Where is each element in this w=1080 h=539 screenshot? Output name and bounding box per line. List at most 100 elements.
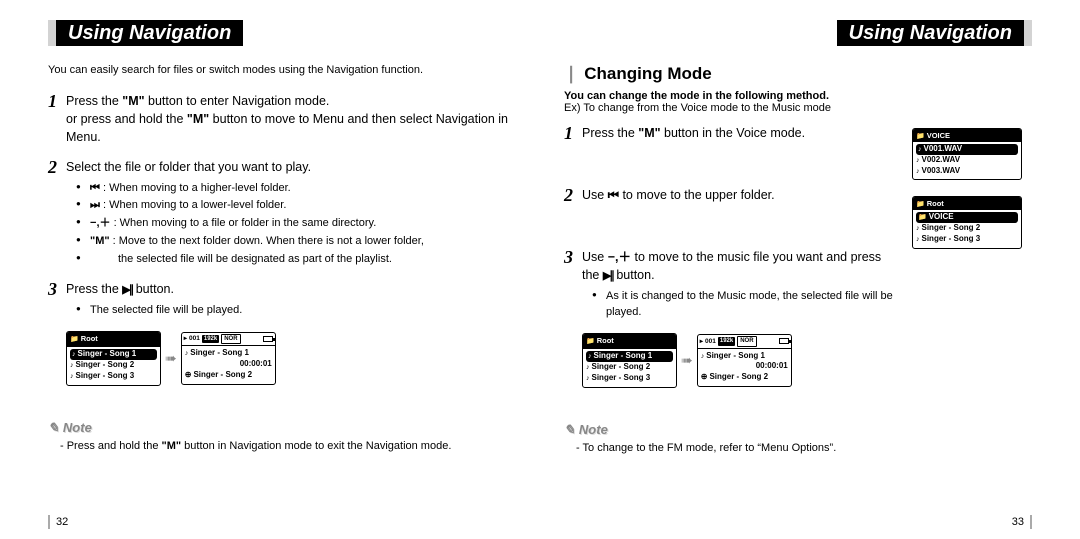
step-text: to move to the upper folder. (622, 188, 774, 202)
row-text: Singer - Song 3 (592, 373, 651, 384)
step-2: 2 Use to move to the upper folder. (564, 186, 900, 204)
m-button-label: "M" (162, 440, 182, 452)
sub-item: "M" : Move to the next folder down. When… (66, 234, 516, 250)
m-button-label: "M" (90, 235, 110, 247)
nor-badge: NOR (221, 334, 240, 345)
now-playing-text: Singer - Song 1 (190, 348, 249, 359)
note-icon (918, 144, 922, 155)
step-number: 3 (48, 276, 57, 302)
note-text-b: button in Navigation mode to exit the Na… (181, 440, 451, 452)
screen-title: VOICE (927, 131, 950, 140)
screen-row: Singer - Song 3 (70, 371, 157, 382)
sub-text: : Move to the next folder down. When the… (113, 235, 424, 247)
now-playing-row: Singer - Song 1 (185, 348, 272, 359)
note-label-text: Note (579, 422, 608, 437)
screen-header: Root (583, 334, 676, 349)
sub-item-cont: the selected file will be designated as … (66, 252, 516, 268)
step-list-right: 1 Press the "M" button in the Voice mode… (564, 124, 900, 388)
step-text: button. (616, 268, 654, 282)
note-label: Note (48, 420, 516, 436)
folder-icon (916, 199, 925, 208)
note-icon (916, 155, 920, 166)
document-spread: Using Navigation You can easily search f… (0, 0, 1080, 539)
sub-text: : When moving to a lower-level folder. (103, 199, 286, 211)
page-left: Using Navigation You can easily search f… (0, 0, 540, 539)
timer-text: 00:00:01 (756, 361, 788, 372)
step-number: 2 (48, 154, 57, 180)
screen-status-bar: 001 192k NOR (698, 335, 791, 349)
sub-text: : When moving to a file or folder in the… (114, 217, 377, 229)
section-title: Changing Mode (584, 64, 711, 84)
step-text: button. (136, 282, 174, 296)
play-pause-icon (122, 282, 132, 296)
sub-text: As it is changed to the Music mode, the … (606, 290, 893, 318)
m-button-label: "M" (122, 94, 144, 108)
note-icon (185, 348, 189, 359)
bitrate-badge: 192k (718, 337, 735, 346)
note-text-a: - Press and hold the (60, 440, 162, 452)
screen-row: Singer - Song 2 (916, 223, 1018, 234)
page-number-right: 33 (1012, 515, 1032, 529)
arrow-icon: ➠ (681, 350, 693, 370)
sub-text: the selected file will be designated as … (118, 253, 392, 265)
section-heading-changing-mode: ❘ Changing Mode (564, 64, 1032, 84)
sub-example: Ex) To change from the Voice mode to the… (564, 102, 1032, 114)
fast-forward-icon (90, 199, 100, 211)
row-text: Singer - Song 2 (922, 223, 981, 234)
step-number: 2 (564, 182, 573, 208)
step-text: Use (582, 188, 608, 202)
screen-row: Singer - Song 2 (70, 360, 157, 371)
note-icon (72, 349, 76, 360)
step-1: 1 Press the "M" button in the Voice mode… (564, 124, 900, 142)
timer-row: 00:00:01 (701, 361, 788, 372)
screenshot-pair-right: Root Singer - Song 1 Singer - Song 2 Sin… (582, 333, 900, 388)
screen-row: VOICE (916, 212, 1018, 223)
next-text: Singer - Song 2 (193, 370, 252, 381)
screenshot-pair-left: Root Singer - Song 1 Singer - Song 2 Sin… (66, 331, 516, 386)
step-text: Select the file or folder that you want … (66, 160, 311, 174)
screen-row: Singer - Song 3 (586, 373, 673, 384)
play-screen: 001 192k NOR Singer - Song 1 00:00:01 ⊕S… (697, 334, 792, 387)
next-row: ⊕Singer - Song 2 (185, 370, 272, 381)
row-text: Singer - Song 2 (76, 360, 135, 371)
track-number: 001 (705, 337, 716, 346)
page-right: Using Navigation ❘ Changing Mode You can… (540, 0, 1080, 539)
next-text: Singer - Song 2 (709, 372, 768, 383)
page-heading: Using Navigation (56, 20, 243, 46)
note-block-right: Note - To change to the FM mode, refer t… (564, 422, 1032, 454)
step-number: 1 (48, 88, 57, 114)
next-icon: ⊕ (701, 372, 708, 383)
screen-header: Root (67, 332, 160, 347)
pen-icon (48, 420, 59, 436)
step-number: 1 (564, 120, 573, 146)
row-text: Singer - Song 3 (76, 371, 135, 382)
step-text: button in the Voice mode. (661, 126, 806, 140)
step-3: 3 Press the button. The selected file wi… (48, 280, 516, 319)
screen-row: V003.WAV (916, 166, 1018, 177)
screen-title: Root (927, 199, 944, 208)
sub-intro: You can change the mode in the following… (564, 90, 1032, 102)
battery-icon (263, 336, 273, 342)
page-heading: Using Navigation (837, 20, 1024, 46)
step-list-left: 1 Press the "M" button to enter Navigati… (48, 92, 516, 392)
screen-row: Singer - Song 1 (586, 351, 673, 362)
row-text: Singer - Song 1 (594, 351, 653, 362)
voice-screen: VOICE V001.WAV V002.WAV V003.WAV (912, 128, 1022, 180)
play-pause-icon (603, 268, 613, 282)
note-icon (916, 223, 920, 234)
screen-row: Singer - Song 3 (916, 234, 1018, 245)
nor-badge: NOR (737, 336, 756, 347)
play-indicator-icon (700, 337, 703, 346)
minus-plus-icon: , (90, 217, 111, 229)
heading-bar-left: Using Navigation (48, 20, 516, 46)
sub-item: : When moving to a lower-level folder. (66, 198, 516, 214)
note-block-left: Note - Press and hold the "M" button in … (48, 420, 516, 452)
next-icon: ⊕ (185, 370, 192, 381)
note-icon (916, 234, 920, 245)
section-bar-icon: ❘ (564, 64, 578, 84)
sub-item: , : When moving to a file or folder in t… (66, 216, 516, 232)
screen-header: Root (913, 197, 1021, 210)
aside-screens: VOICE V001.WAV V002.WAV V003.WAV Root VO… (912, 124, 1032, 394)
screen-row: V001.WAV (916, 144, 1018, 155)
step-3: 3 Use , to move to the music file you wa… (564, 248, 900, 321)
